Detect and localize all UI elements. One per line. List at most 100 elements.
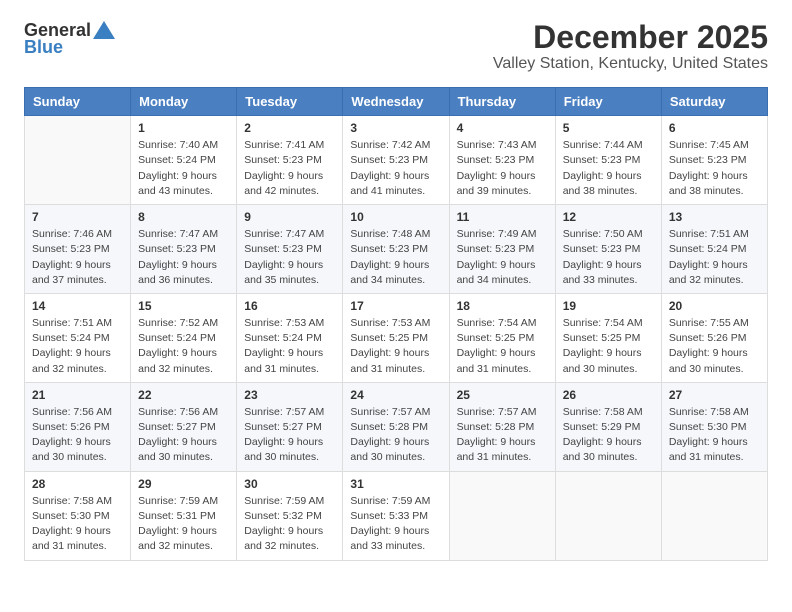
table-row: 23 Sunrise: 7:57 AMSunset: 5:27 PMDayligh… [237, 382, 343, 471]
day-info: Sunrise: 7:56 AMSunset: 5:26 PMDaylight:… [32, 405, 123, 466]
table-row: 17 Sunrise: 7:53 AMSunset: 5:25 PMDayligh… [343, 293, 449, 382]
day-number: 18 [457, 299, 548, 313]
day-number: 23 [244, 388, 335, 402]
table-row: 11 Sunrise: 7:49 AMSunset: 5:23 PMDayligh… [449, 205, 555, 294]
calendar-week-1: 1 Sunrise: 7:40 AMSunset: 5:24 PMDaylight… [25, 116, 768, 205]
day-number: 17 [350, 299, 441, 313]
month-title: December 2025 [493, 20, 768, 55]
calendar-week-2: 7Sunrise: 7:46 AMSunset: 5:23 PMDaylight… [25, 205, 768, 294]
day-info: Sunrise: 7:54 AMSunset: 5:25 PMDaylight:… [457, 316, 548, 377]
day-info: Sunrise: 7:43 AMSunset: 5:23 PMDaylight:… [457, 138, 548, 199]
table-row: 9Sunrise: 7:47 AMSunset: 5:23 PMDaylight… [237, 205, 343, 294]
day-number: 25 [457, 388, 548, 402]
day-number: 14 [32, 299, 123, 313]
day-number: 4 [457, 121, 548, 135]
day-number: 30 [244, 477, 335, 491]
day-number: 11 [457, 210, 548, 224]
header-wednesday: Wednesday [343, 88, 449, 116]
table-row: 12Sunrise: 7:50 AMSunset: 5:23 PMDayligh… [555, 205, 661, 294]
day-number: 5 [563, 121, 654, 135]
day-number: 21 [32, 388, 123, 402]
header-monday: Monday [131, 88, 237, 116]
day-number: 16 [244, 299, 335, 313]
day-info: Sunrise: 7:58 AMSunset: 5:30 PMDaylight:… [32, 494, 123, 555]
day-number: 8 [138, 210, 229, 224]
table-row: 21 Sunrise: 7:56 AMSunset: 5:26 PMDayligh… [25, 382, 131, 471]
day-number: 19 [563, 299, 654, 313]
table-row: 29 Sunrise: 7:59 AMSunset: 5:31 PMDayligh… [131, 471, 237, 560]
day-number: 22 [138, 388, 229, 402]
day-info: Sunrise: 7:53 AMSunset: 5:24 PMDaylight:… [244, 316, 335, 377]
day-info: Sunrise: 7:40 AMSunset: 5:24 PMDaylight:… [138, 138, 229, 199]
calendar-header-row: Sunday Monday Tuesday Wednesday Thursday… [25, 88, 768, 116]
day-info: Sunrise: 7:52 AMSunset: 5:24 PMDaylight:… [138, 316, 229, 377]
page-header: General Blue December 2025 Valley Statio… [24, 20, 768, 73]
day-info: Sunrise: 7:51 AMSunset: 5:24 PMDaylight:… [32, 316, 123, 377]
day-info: Sunrise: 7:45 AMSunset: 5:23 PMDaylight:… [669, 138, 760, 199]
day-number: 9 [244, 210, 335, 224]
day-info: Sunrise: 7:58 AMSunset: 5:29 PMDaylight:… [563, 405, 654, 466]
header-thursday: Thursday [449, 88, 555, 116]
table-row: 7Sunrise: 7:46 AMSunset: 5:23 PMDaylight… [25, 205, 131, 294]
title-area: December 2025 Valley Station, Kentucky, … [493, 20, 768, 73]
table-row: 5 Sunrise: 7:44 AMSunset: 5:23 PMDaylight… [555, 116, 661, 205]
table-row: 26 Sunrise: 7:58 AMSunset: 5:29 PMDayligh… [555, 382, 661, 471]
table-row: 19 Sunrise: 7:54 AMSunset: 5:25 PMDayligh… [555, 293, 661, 382]
table-row [25, 116, 131, 205]
day-number: 29 [138, 477, 229, 491]
day-number: 20 [669, 299, 760, 313]
table-row: 18 Sunrise: 7:54 AMSunset: 5:25 PMDayligh… [449, 293, 555, 382]
table-row: 3Sunrise: 7:42 AMSunset: 5:23 PMDaylight… [343, 116, 449, 205]
table-row: 13 Sunrise: 7:51 AMSunset: 5:24 PMDayligh… [661, 205, 767, 294]
table-row: 8Sunrise: 7:47 AMSunset: 5:23 PMDaylight… [131, 205, 237, 294]
table-row: 4 Sunrise: 7:43 AMSunset: 5:23 PMDaylight… [449, 116, 555, 205]
table-row: 31Sunrise: 7:59 AMSunset: 5:33 PMDayligh… [343, 471, 449, 560]
day-number: 13 [669, 210, 760, 224]
table-row: 2 Sunrise: 7:41 AMSunset: 5:23 PMDaylight… [237, 116, 343, 205]
day-info: Sunrise: 7:48 AMSunset: 5:23 PMDaylight:… [350, 227, 441, 288]
day-info: Sunrise: 7:59 AMSunset: 5:33 PMDaylight:… [350, 494, 441, 555]
day-info: Sunrise: 7:42 AMSunset: 5:23 PMDaylight:… [350, 138, 441, 199]
day-info: Sunrise: 7:59 AMSunset: 5:31 PMDaylight:… [138, 494, 229, 555]
day-info: Sunrise: 7:57 AMSunset: 5:27 PMDaylight:… [244, 405, 335, 466]
calendar-table: Sunday Monday Tuesday Wednesday Thursday… [24, 87, 768, 560]
day-number: 27 [669, 388, 760, 402]
logo-icon [93, 21, 115, 39]
day-number: 26 [563, 388, 654, 402]
header-friday: Friday [555, 88, 661, 116]
logo: General Blue [24, 20, 115, 58]
day-number: 2 [244, 121, 335, 135]
day-number: 24 [350, 388, 441, 402]
day-info: Sunrise: 7:57 AMSunset: 5:28 PMDaylight:… [457, 405, 548, 466]
table-row: 25 Sunrise: 7:57 AMSunset: 5:28 PMDayligh… [449, 382, 555, 471]
table-row [661, 471, 767, 560]
table-row: 10Sunrise: 7:48 AMSunset: 5:23 PMDayligh… [343, 205, 449, 294]
calendar-week-4: 21 Sunrise: 7:56 AMSunset: 5:26 PMDayligh… [25, 382, 768, 471]
table-row: 6Sunrise: 7:45 AMSunset: 5:23 PMDaylight… [661, 116, 767, 205]
table-row: 20 Sunrise: 7:55 AMSunset: 5:26 PMDayligh… [661, 293, 767, 382]
table-row: 15Sunrise: 7:52 AMSunset: 5:24 PMDayligh… [131, 293, 237, 382]
day-info: Sunrise: 7:53 AMSunset: 5:25 PMDaylight:… [350, 316, 441, 377]
day-number: 12 [563, 210, 654, 224]
day-info: Sunrise: 7:56 AMSunset: 5:27 PMDaylight:… [138, 405, 229, 466]
day-info: Sunrise: 7:57 AMSunset: 5:28 PMDaylight:… [350, 405, 441, 466]
header-tuesday: Tuesday [237, 88, 343, 116]
day-info: Sunrise: 7:44 AMSunset: 5:23 PMDaylight:… [563, 138, 654, 199]
table-row: 27Sunrise: 7:58 AMSunset: 5:30 PMDayligh… [661, 382, 767, 471]
day-number: 28 [32, 477, 123, 491]
day-info: Sunrise: 7:55 AMSunset: 5:26 PMDaylight:… [669, 316, 760, 377]
day-info: Sunrise: 7:41 AMSunset: 5:23 PMDaylight:… [244, 138, 335, 199]
table-row: 1 Sunrise: 7:40 AMSunset: 5:24 PMDaylight… [131, 116, 237, 205]
table-row: 16 Sunrise: 7:53 AMSunset: 5:24 PMDayligh… [237, 293, 343, 382]
day-info: Sunrise: 7:51 AMSunset: 5:24 PMDaylight:… [669, 227, 760, 288]
day-info: Sunrise: 7:59 AMSunset: 5:32 PMDaylight:… [244, 494, 335, 555]
table-row: 24 Sunrise: 7:57 AMSunset: 5:28 PMDayligh… [343, 382, 449, 471]
logo-blue-text: Blue [24, 37, 63, 58]
day-number: 1 [138, 121, 229, 135]
day-info: Sunrise: 7:49 AMSunset: 5:23 PMDaylight:… [457, 227, 548, 288]
header-sunday: Sunday [25, 88, 131, 116]
day-info: Sunrise: 7:54 AMSunset: 5:25 PMDaylight:… [563, 316, 654, 377]
calendar-week-5: 28 Sunrise: 7:58 AMSunset: 5:30 PMDayligh… [25, 471, 768, 560]
header-saturday: Saturday [661, 88, 767, 116]
table-row: 30 Sunrise: 7:59 AMSunset: 5:32 PMDayligh… [237, 471, 343, 560]
